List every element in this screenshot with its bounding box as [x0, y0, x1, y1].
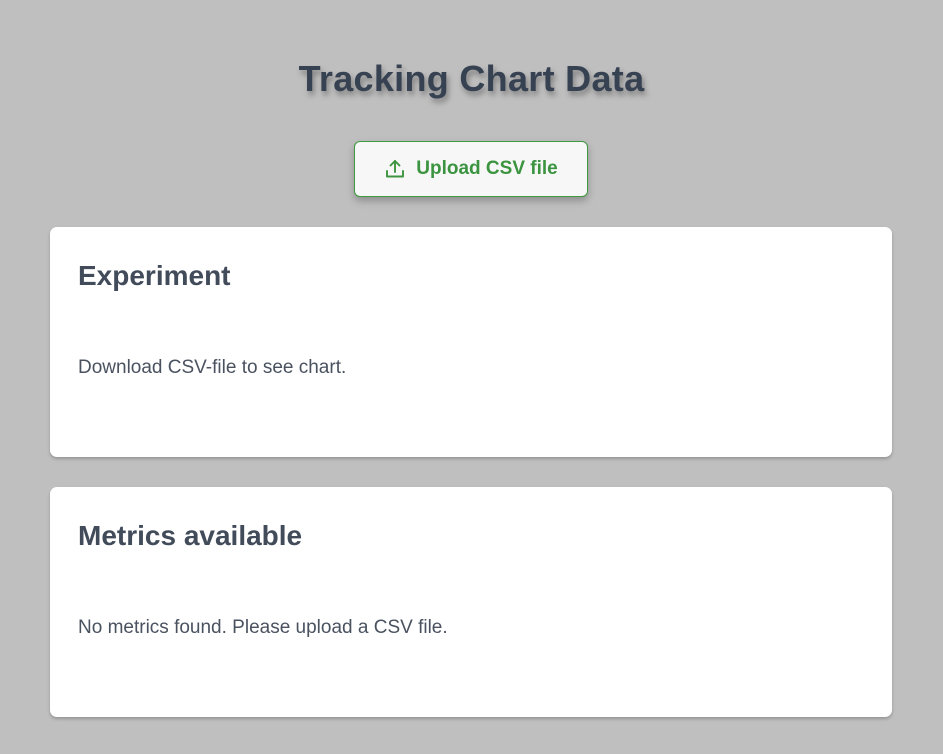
- metrics-message: No metrics found. Please upload a CSV fi…: [78, 617, 448, 638]
- experiment-card: Experiment Download CSV-file to see char…: [50, 227, 892, 457]
- upload-csv-button[interactable]: Upload CSV file: [354, 141, 588, 197]
- page-title: Tracking Chart Data: [298, 58, 645, 99]
- upload-button-label: Upload CSV file: [416, 158, 558, 179]
- upload-icon: [384, 158, 406, 180]
- experiment-title: Experiment: [78, 260, 231, 291]
- metrics-title: Metrics available: [78, 520, 303, 551]
- experiment-message: Download CSV-file to see chart.: [78, 357, 347, 378]
- metrics-card: Metrics available No metrics found. Plea…: [50, 487, 892, 717]
